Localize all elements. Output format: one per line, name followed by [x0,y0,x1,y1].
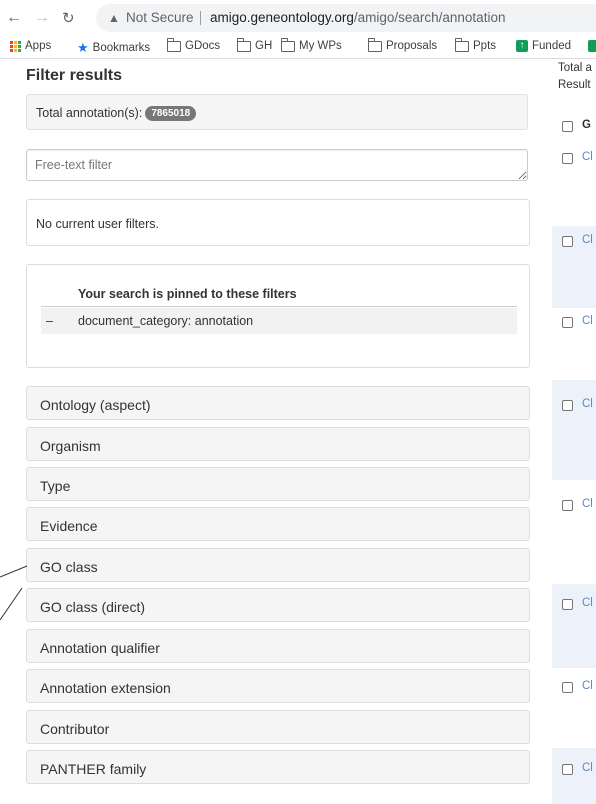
bookmark-funded[interactable]: ↑ Funded [516,40,571,52]
bookmark-my-wps[interactable]: My WPs [281,37,342,52]
row-link[interactable]: Cl [582,234,593,246]
row-checkbox[interactable] [562,153,573,164]
table-row: Cl [552,380,596,480]
table-row: Cl [552,142,596,226]
row-checkbox[interactable] [562,764,573,775]
forward-arrow-icon[interactable]: → [34,9,50,27]
reload-icon[interactable]: ↻ [62,9,75,27]
pinned-divider [41,306,517,307]
filter-results-heading: Filter results [26,67,123,84]
pinned-filters-heading: Your search is pinned to these filters [78,287,297,301]
results-header-gene[interactable]: G [582,119,591,131]
pinned-filter-value: document_category: annotation [78,314,254,328]
annotation-pointer-lines [0,565,28,621]
facet-go-class[interactable]: GO class [26,548,530,582]
bookmark-label: Bookmarks [92,42,151,54]
bookmark-gh[interactable]: GH [237,37,273,52]
bookmark-label: Apps [25,40,52,52]
row-link[interactable]: Cl [582,398,593,410]
row-link[interactable]: Cl [582,315,593,327]
back-arrow-icon[interactable]: ← [6,9,22,27]
bookmark-proposals[interactable]: Proposals [368,37,438,52]
row-link[interactable]: Cl [582,762,593,774]
funded-icon: ↑ [516,40,528,52]
folder-icon [368,37,382,52]
table-row: Cl [552,668,596,748]
warning-icon[interactable]: ▲ [108,4,120,32]
row-checkbox[interactable] [562,500,573,511]
url-omnibox[interactable]: ▲ Not Secure amigo.geneontology.org/amig… [96,4,596,32]
funded-icon [588,40,596,52]
row-checkbox[interactable] [562,400,573,411]
bookmark-overflow[interactable] [588,40,596,52]
results-range-label: Result [558,79,591,91]
total-count-badge: 7865018 [145,106,197,121]
pinned-filters-panel: Your search is pinned to these filters –… [26,264,530,368]
bookmark-label: GDocs [185,40,221,52]
row-checkbox[interactable] [562,599,573,610]
url-text[interactable]: amigo.geneontology.org/amigo/search/anno… [210,4,505,32]
folder-icon [455,37,469,52]
bookmark-gdocs[interactable]: GDocs [167,37,221,52]
row-checkbox[interactable] [562,317,573,328]
folder-icon [281,37,295,52]
results-total-label: Total a [558,62,592,74]
user-filters-panel: No current user filters. [26,199,530,246]
facet-annotation-extension[interactable]: Annotation extension [26,669,530,703]
facet-go-class-direct[interactable]: GO class (direct) [26,588,530,622]
table-row: Cl [552,226,596,308]
pinned-filter-row: – document_category: annotation [41,308,517,334]
address-bar-area: ← → ↻ ▲ Not Secure amigo.geneontology.or… [0,0,596,36]
facet-contributor[interactable]: Contributor [26,710,530,744]
facet-annotation-qualifier[interactable]: Annotation qualifier [26,629,530,663]
row-checkbox[interactable] [562,236,573,247]
bookmark-label: My WPs [299,40,342,52]
total-annotations-text: Total annotation(s): 7865018 [36,106,197,121]
facet-type[interactable]: Type [26,467,530,501]
row-link[interactable]: Cl [582,680,593,692]
results-header-row: G [552,114,596,138]
facet-ontology-aspect[interactable]: Ontology (aspect) [26,386,530,420]
bookmark-ppts[interactable]: Ppts [455,37,497,52]
bookmark-label: Ppts [473,40,497,52]
bookmark-apps[interactable]: Apps [10,40,51,52]
user-filters-text: No current user filters. [36,217,159,231]
row-link[interactable]: Cl [582,498,593,510]
total-annotations-well: Total annotation(s): 7865018 [26,94,528,130]
table-row: Cl [552,480,596,584]
facet-panther-family[interactable]: PANTHER family [26,750,530,784]
table-row: Cl [552,748,596,804]
remove-filter-button[interactable]: – [46,314,53,328]
total-label: Total annotation(s): [36,106,143,120]
select-all-checkbox[interactable] [562,121,573,132]
facet-evidence[interactable]: Evidence [26,507,530,541]
bookmarks-bar: Apps ★ Bookmarks GDocs GH My WPs Proposa… [0,36,596,59]
row-link[interactable]: Cl [582,151,593,163]
row-checkbox[interactable] [562,682,573,693]
table-row: Cl [552,308,596,380]
row-link[interactable]: Cl [582,597,593,609]
star-icon: ★ [77,40,89,55]
bookmark-label: Proposals [386,40,438,52]
facet-organism[interactable]: Organism [26,427,530,461]
table-row: Cl [552,584,596,668]
apps-grid-icon [10,40,21,52]
url-divider [200,11,201,25]
free-text-filter-input[interactable] [26,149,528,181]
security-label[interactable]: Not Secure [126,4,194,32]
bookmark-bookmarks[interactable]: ★ Bookmarks [77,40,150,56]
folder-icon [237,37,251,52]
bookmark-label: GH [255,40,273,52]
folder-icon [167,37,181,52]
bookmark-label: Funded [532,40,572,52]
